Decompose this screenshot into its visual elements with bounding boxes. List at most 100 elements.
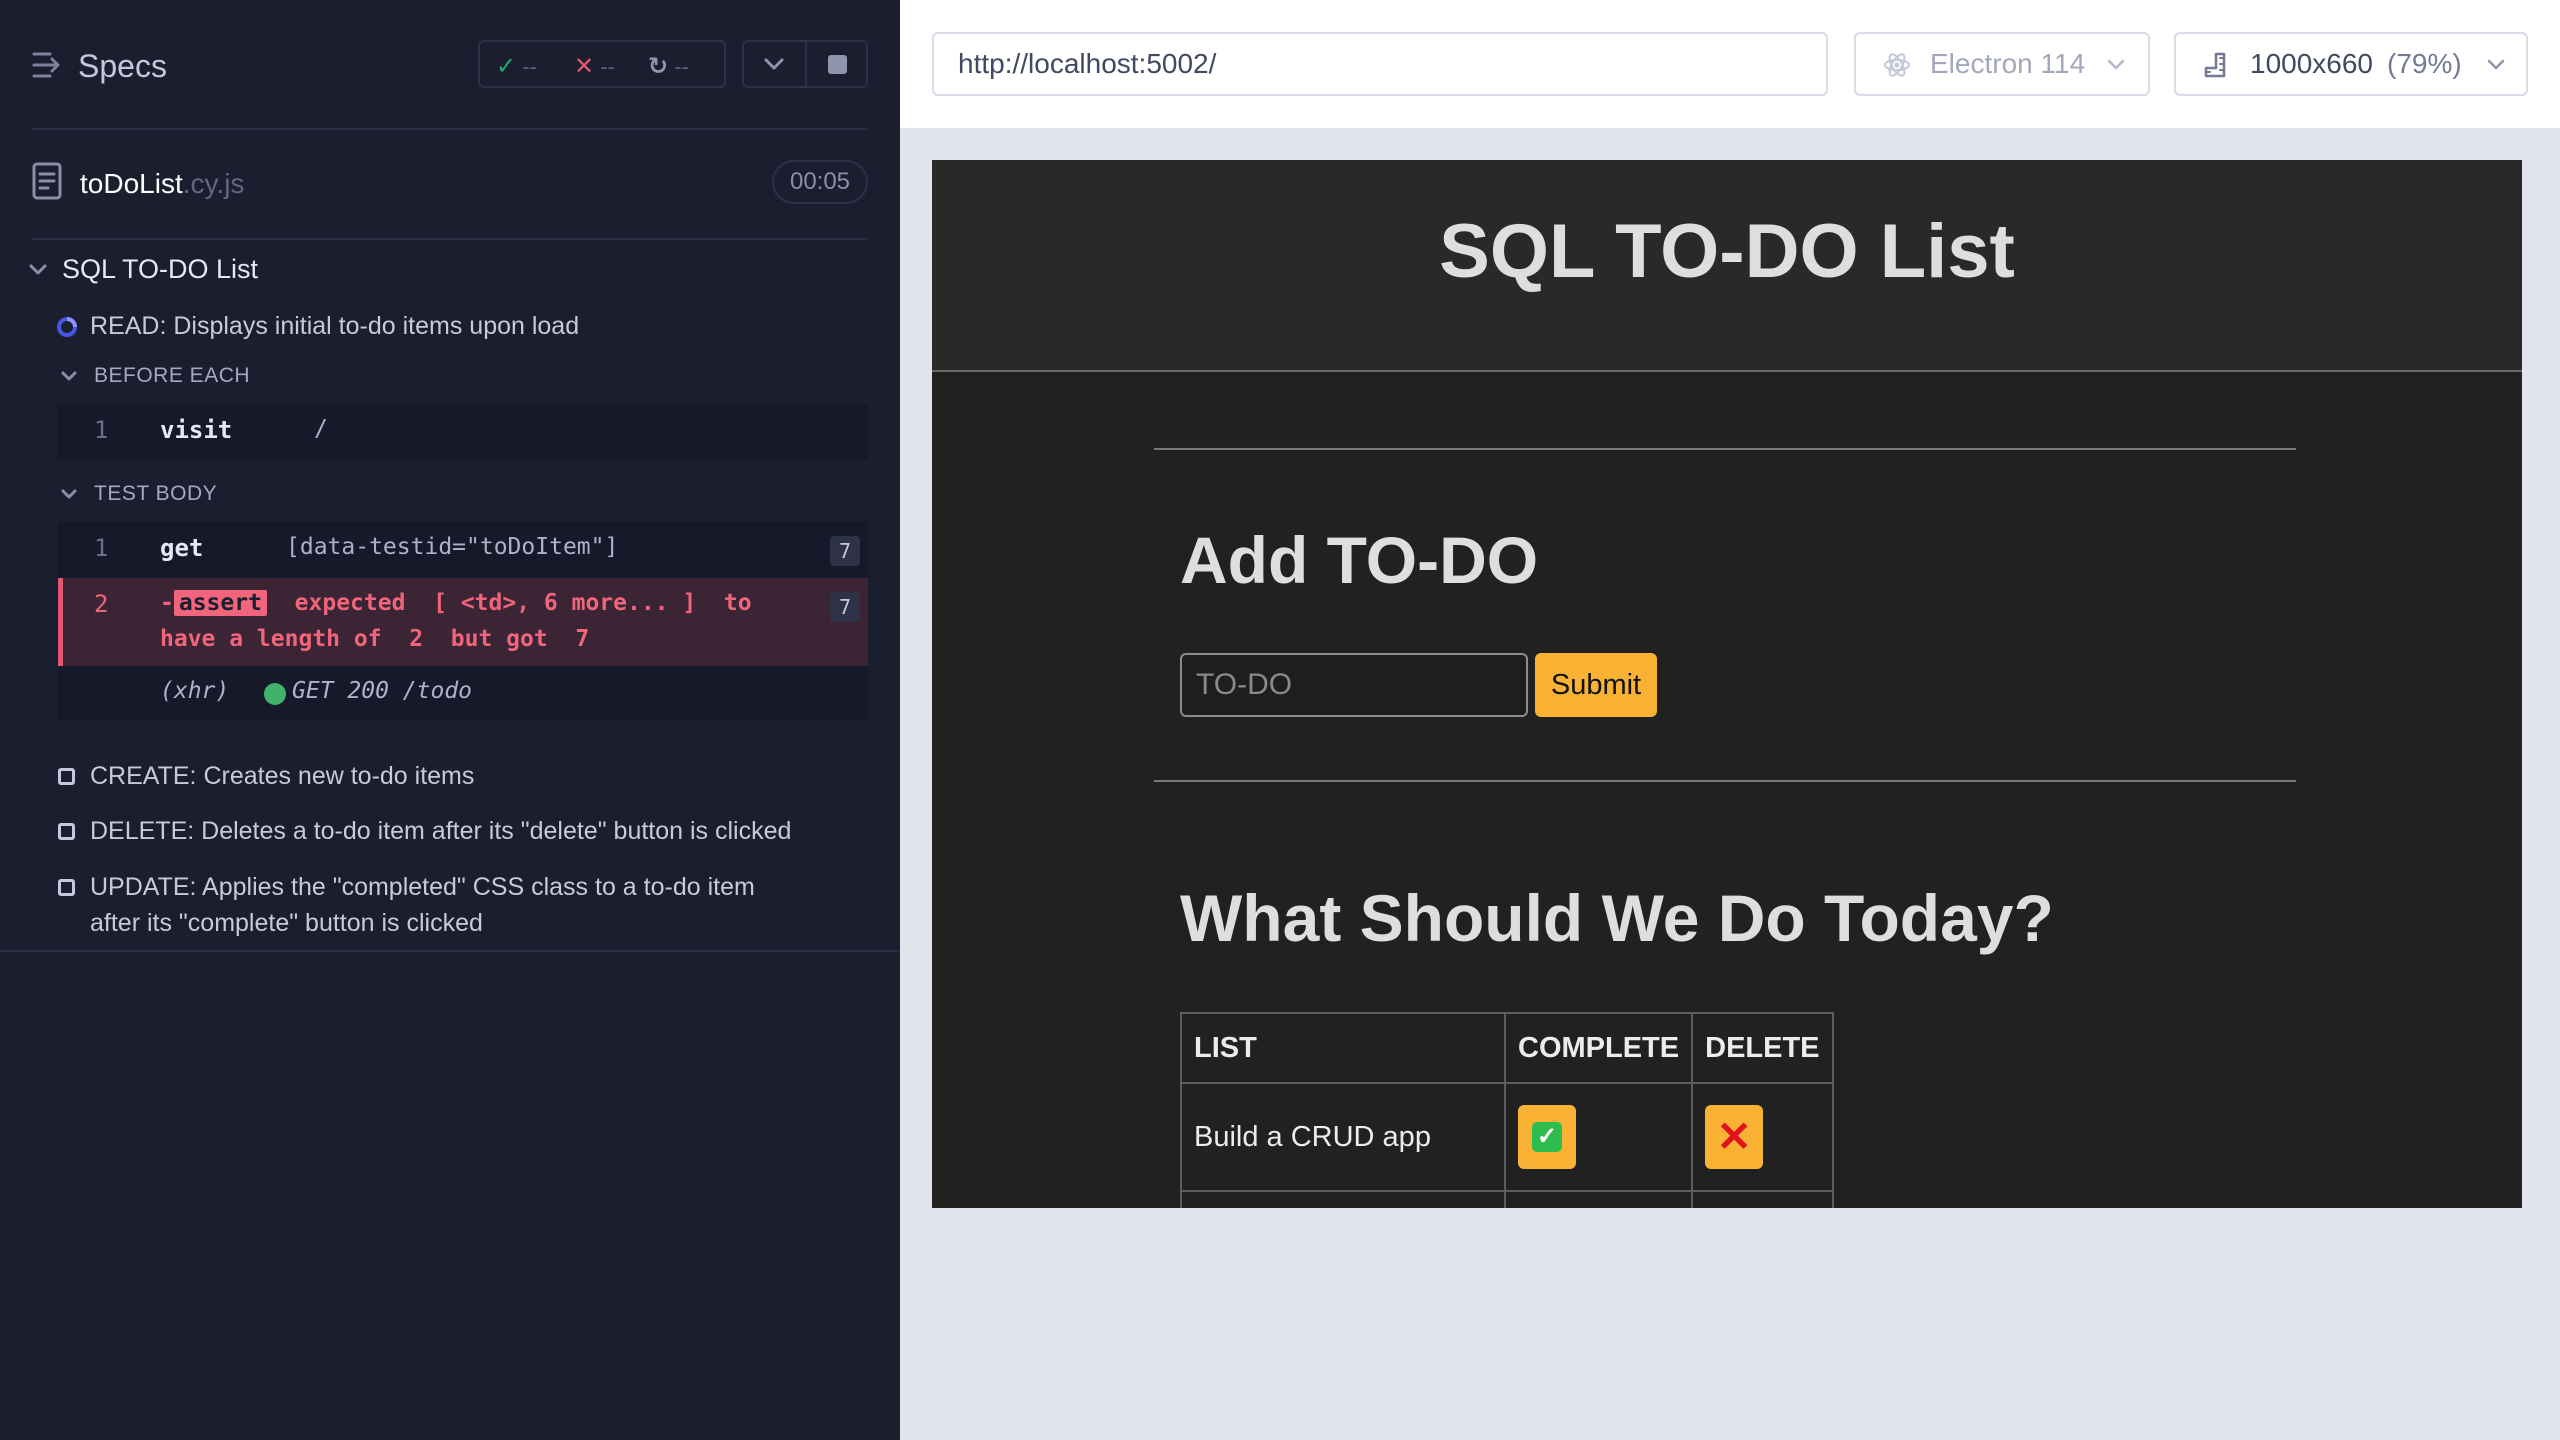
todo-input[interactable]: [1180, 653, 1528, 717]
command-name: get: [160, 534, 204, 562]
test-read[interactable]: READ: Displays initial to-do items upon …: [56, 308, 876, 344]
check-mark-icon: ✓: [1532, 1122, 1562, 1152]
spec-duration: 00:05: [772, 160, 868, 204]
spec-extension: .cy.js: [182, 168, 245, 199]
command-get[interactable]: 1 get [data-testid="toDoItem"] 7: [58, 522, 868, 578]
assert-line-1: - assert expected [ <td>, 6 more... ] to: [160, 590, 752, 616]
command-number: 2: [94, 590, 109, 618]
chevron-down-icon: [61, 489, 77, 499]
command-message: /: [314, 416, 328, 442]
expand-toggle-button[interactable]: [744, 42, 805, 86]
add-todo-heading: Add TO-DO: [1180, 523, 1539, 597]
assert-dash: -: [160, 590, 174, 616]
specs-toolbar: Specs ✓ -- ✕ -- ↻ --: [0, 0, 900, 130]
assert-message: expected [ <td>, 6 more... ] to: [294, 590, 752, 616]
running-spinner-icon: [57, 317, 77, 337]
chevron-down-icon: [2487, 59, 2505, 70]
divider: [32, 238, 868, 240]
spinner-icon: ↻: [648, 53, 669, 80]
spec-name: toDoList: [80, 168, 183, 199]
pending-icon: [58, 768, 75, 785]
chevron-down-icon: [29, 264, 47, 275]
command-name: visit: [160, 416, 233, 444]
command-number: 1: [94, 416, 109, 444]
test-title-line-1: UPDATE: Applies the "completed" CSS clas…: [90, 873, 755, 901]
test-title: READ: Displays initial to-do items upon …: [90, 312, 580, 340]
test-create[interactable]: CREATE: Creates new to-do items: [56, 758, 876, 794]
column-header-list: LIST: [1180, 1012, 1506, 1084]
divider: [0, 950, 900, 952]
run-controls: [742, 40, 868, 88]
url-bar[interactable]: http://localhost:5002/: [932, 32, 1828, 96]
passed-stat: ✓ --: [496, 52, 537, 81]
spec-file-icon: [32, 162, 62, 200]
test-update[interactable]: UPDATE: Applies the "completed" CSS clas…: [56, 869, 876, 941]
command-message: [data-testid="toDoItem"]: [286, 534, 619, 560]
complete-cell: ✓: [1503, 1082, 1694, 1192]
test-title: CREATE: Creates new to-do items: [90, 762, 475, 790]
complete-button[interactable]: ✓: [1518, 1105, 1576, 1169]
command-visit[interactable]: 1 visit /: [58, 404, 868, 460]
hook-title: BEFORE EACH: [94, 364, 251, 387]
browser-label: Electron 114: [1930, 48, 2086, 79]
element-count-badge: 7: [830, 536, 860, 566]
suite-row[interactable]: SQL TO-DO List: [28, 250, 868, 290]
command-xhr[interactable]: (xhr) GET 200 /todo: [58, 666, 868, 720]
pending-icon: [58, 823, 75, 840]
status-dot-icon: [264, 683, 286, 705]
delete-button[interactable]: ✕: [1705, 1105, 1764, 1169]
hook-title: TEST BODY: [94, 482, 218, 505]
table-row: Build a CRUD app ✓ ✕: [1180, 1082, 1834, 1192]
todo-item: [1180, 1190, 1506, 1208]
viewport-scale: (79%): [2387, 48, 2462, 79]
test-delete[interactable]: DELETE: Deletes a to-do item after its "…: [56, 813, 876, 849]
divider: [1154, 448, 2296, 450]
table-row: [1180, 1190, 1834, 1208]
viewport-selector[interactable]: 1000x660 (79%): [2174, 32, 2528, 96]
chevron-down-icon: [2107, 59, 2125, 70]
reporter-panel: Specs ✓ -- ✕ -- ↻ -- toDoList.cy.js 00:0…: [0, 0, 900, 1440]
todo-list-heading: What Should We Do Today?: [1180, 881, 2054, 955]
command-number: 1: [94, 534, 109, 562]
submit-button[interactable]: Submit: [1535, 653, 1657, 717]
stop-icon: [828, 55, 847, 74]
browser-selector[interactable]: Electron 114: [1854, 32, 2150, 96]
failed-count: --: [600, 54, 615, 79]
cross-mark-icon: ✕: [1716, 1113, 1752, 1160]
specs-list-icon[interactable]: [32, 50, 62, 80]
stop-button[interactable]: [807, 42, 868, 86]
column-header-complete: COMPLETE: [1503, 1012, 1694, 1084]
command-assert-failed[interactable]: 2 - assert expected [ <td>, 6 more... ] t…: [58, 578, 868, 666]
ruler-icon: [2204, 52, 2226, 78]
todo-item: Build a CRUD app: [1180, 1082, 1506, 1192]
chevron-down-icon: [764, 58, 784, 70]
pending-stat: ↻ --: [648, 52, 689, 81]
aut-header: http://localhost:5002/ Electron 114 1000…: [900, 0, 2560, 128]
assert-line-2: have a length of 2 but got 7: [160, 626, 590, 652]
stats-summary: ✓ -- ✕ -- ↻ --: [478, 40, 726, 88]
check-icon: ✓: [496, 53, 517, 80]
todo-table: LIST COMPLETE DELETE Build a CRUD app ✓ …: [1180, 1012, 1834, 1208]
element-count-badge: 7: [830, 592, 860, 622]
xhr-message: GET 200 /todo: [292, 678, 473, 704]
spec-filename[interactable]: toDoList.cy.js: [80, 168, 244, 200]
spec-header: toDoList.cy.js 00:05: [0, 130, 900, 238]
complete-cell: [1503, 1190, 1694, 1208]
column-header-delete: DELETE: [1691, 1012, 1834, 1084]
divider: [1154, 780, 2296, 782]
electron-icon: [1884, 53, 1910, 77]
pending-icon: [58, 879, 75, 896]
suite-title: SQL TO-DO List: [62, 254, 259, 284]
delete-cell: ✕: [1691, 1082, 1834, 1192]
xhr-label: (xhr): [160, 678, 230, 704]
pending-count: --: [674, 54, 689, 79]
app-under-test: SQL TO-DO List Add TO-DO Submit What Sho…: [932, 160, 2522, 1208]
test-body-commands: 1 get [data-testid="toDoItem"] 7 2 - asse…: [58, 522, 868, 720]
test-title-line-2: after its "complete" button is clicked: [90, 909, 483, 937]
assert-tag: assert: [173, 590, 267, 616]
viewport-size: 1000x660: [2250, 48, 2374, 79]
test-title: DELETE: Deletes a to-do item after its "…: [90, 817, 792, 845]
failed-stat: ✕ --: [574, 52, 615, 81]
viewport-label: 1000x660 (79%): [2250, 48, 2462, 80]
specs-title[interactable]: Specs: [78, 48, 167, 85]
